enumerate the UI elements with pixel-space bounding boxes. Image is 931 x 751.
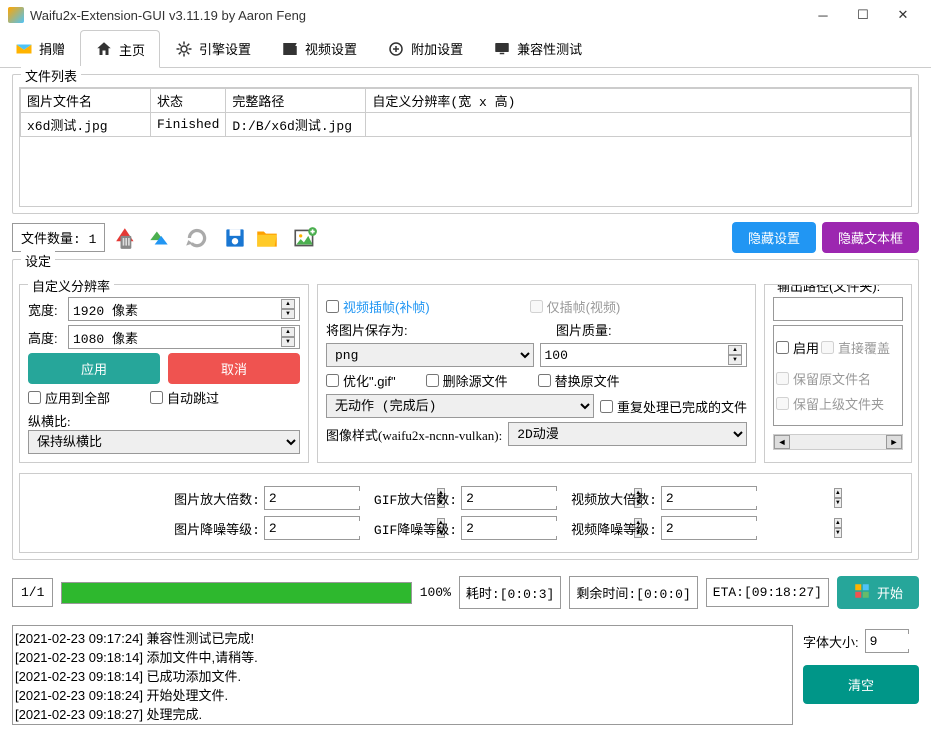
add-image-button[interactable] — [289, 224, 321, 252]
tab-addon[interactable]: 附加设置 — [372, 30, 478, 67]
col-name[interactable]: 图片文件名 — [21, 89, 151, 113]
overwrite-checkbox: 直接覆盖 — [821, 338, 890, 357]
img-scale-input[interactable]: ▲▼ — [264, 486, 360, 510]
progress-section: 1/1 100% 耗时:[0:0:3] 剩余时间:[0:0:0] ETA:[09… — [12, 576, 919, 609]
file-table[interactable]: 图片文件名 状态 完整路径 自定义分辨率(宽 x 高) x6d测试.jpg Fi… — [19, 87, 912, 207]
table-header-row: 图片文件名 状态 完整路径 自定义分辨率(宽 x 高) — [21, 89, 911, 113]
keep-name-checkbox: 保留原文件名 — [776, 369, 900, 388]
tab-engine[interactable]: 引擎设置 — [160, 30, 266, 67]
file-count: 文件数量: 1 — [12, 223, 105, 252]
tab-home[interactable]: 主页 — [80, 30, 160, 68]
save-button[interactable] — [219, 224, 251, 252]
auto-skip-checkbox[interactable]: 自动跳过 — [150, 388, 219, 407]
cancel-button[interactable]: 取消 — [168, 353, 300, 384]
tab-compat[interactable]: 兼容性测试 — [478, 30, 597, 67]
remain-time: 剩余时间:[0:0:0] — [569, 576, 697, 609]
replace-src-checkbox[interactable]: 替换原文件 — [538, 371, 620, 390]
keep-parent-checkbox: 保留上级文件夹 — [776, 394, 900, 413]
table-row[interactable]: x6d测试.jpg Finished D:/B/x6d测试.jpg — [21, 113, 911, 137]
toolbar: 文件数量: 1 隐藏设置 隐藏文本框 — [12, 222, 919, 253]
delete-button[interactable] — [111, 224, 143, 252]
apply-button[interactable]: 应用 — [28, 353, 160, 384]
log-textbox[interactable]: [2021-02-23 09:17:24] 兼容性测试已完成! [2021-02… — [12, 625, 793, 725]
width-input[interactable]: ▲▼ — [68, 297, 300, 321]
hide-textbox-button[interactable]: 隐藏文本框 — [822, 222, 919, 253]
start-button[interactable]: 开始 — [837, 576, 919, 609]
tab-video[interactable]: 视频设置 — [266, 30, 372, 67]
aspect-select[interactable]: 保持纵横比 — [28, 430, 300, 454]
log-line: [2021-02-23 09:18:14] 添加文件中,请稍等. — [15, 647, 790, 666]
home-icon — [95, 40, 113, 58]
reprocess-checkbox[interactable]: 重复处理已完成的文件 — [600, 397, 747, 416]
log-line: [2021-02-23 09:17:24] 兼容性测试已完成! — [15, 628, 790, 647]
gear-plus-icon — [387, 40, 405, 58]
col-status[interactable]: 状态 — [151, 89, 226, 113]
clear-log-button[interactable]: 清空 — [803, 665, 919, 704]
eta: ETA:[09:18:27] — [706, 578, 829, 607]
puzzle-icon — [853, 582, 871, 603]
log-line: [2021-02-23 09:18:14] 已成功添加文件. — [15, 666, 790, 685]
clear-list-button[interactable] — [143, 224, 175, 252]
col-res[interactable]: 自定义分辨率(宽 x 高) — [366, 89, 911, 113]
apply-all-checkbox[interactable]: 应用到全部 — [28, 388, 110, 407]
save-format-select[interactable]: png — [326, 343, 534, 367]
clapperboard-icon — [281, 40, 299, 58]
minimize-button[interactable]: ─ — [803, 1, 843, 29]
window-title: Waifu2x-Extension-GUI v3.11.19 by Aaron … — [30, 8, 803, 23]
quality-input[interactable]: ▲▼ — [540, 343, 748, 367]
close-button[interactable]: ✕ — [883, 1, 923, 29]
custom-res-panel: 自定义分辨率 宽度: ▲▼ 高度: ▲▼ 应用 取消 应用到全部 自动跳过 纵横 — [19, 284, 309, 463]
gif-scale-input[interactable]: ▲▼ — [461, 486, 557, 510]
log-line: [2021-02-23 09:18:27] 处理完成. — [15, 704, 790, 723]
vid-scale-input[interactable]: ▲▼ — [661, 486, 757, 510]
envelope-icon — [15, 40, 33, 58]
img-style-select[interactable]: 2D动漫 — [508, 422, 747, 446]
img-denoise-input[interactable]: ▲▼ — [264, 516, 360, 540]
tab-bar: 捐赠 主页 引擎设置 视频设置 附加设置 兼容性测试 — [0, 30, 931, 68]
horizontal-scrollbar[interactable]: ◄► — [773, 434, 903, 450]
file-list-legend: 文件列表 — [21, 66, 81, 85]
opt-gif-checkbox[interactable]: 优化".gif" — [326, 371, 396, 390]
del-src-checkbox[interactable]: 删除源文件 — [426, 371, 508, 390]
hide-settings-button[interactable]: 隐藏设置 — [732, 222, 816, 253]
vid-denoise-input[interactable]: ▲▼ — [661, 516, 757, 540]
height-input[interactable]: ▲▼ — [68, 325, 300, 349]
progress-count: 1/1 — [12, 578, 53, 607]
output-path-panel: 输出路径(文件夹): 启用 直接覆盖 保留原文件名 保留上级文件夹 ◄► — [764, 284, 912, 463]
tab-donate[interactable]: 捐赠 — [0, 30, 80, 67]
open-folder-button[interactable] — [251, 224, 283, 252]
image-options-panel: 视频插帧(补帧) 仅插帧(视频) 将图片保存为: 图片质量: png ▲▼ 优化… — [317, 284, 756, 463]
file-list-panel: 文件列表 图片文件名 状态 完整路径 自定义分辨率(宽 x 高) x6d测试.j… — [12, 74, 919, 214]
log-line: [2021-02-23 09:18:24] 开始处理文件. — [15, 685, 790, 704]
font-size-input[interactable]: ▲▼ — [865, 629, 909, 653]
output-path-input[interactable] — [773, 297, 903, 321]
video-interp-checkbox[interactable]: 视频插帧(补帧) — [326, 297, 430, 316]
settings-panel: 设定 自定义分辨率 宽度: ▲▼ 高度: ▲▼ 应用 取消 应用到全部 — [12, 259, 919, 560]
after-action-select[interactable]: 无动作 (完成后) — [326, 394, 594, 418]
gear-icon — [175, 40, 193, 58]
maximize-button[interactable]: ☐ — [843, 1, 883, 29]
monitor-icon — [493, 40, 511, 58]
enable-output-checkbox[interactable]: 启用 — [776, 338, 819, 357]
refresh-button[interactable] — [181, 224, 213, 252]
only-interp-checkbox: 仅插帧(视频) — [530, 297, 621, 316]
elapsed-time: 耗时:[0:0:3] — [459, 576, 561, 609]
progress-percent: 100% — [420, 585, 451, 600]
progress-bar — [61, 582, 411, 604]
app-icon — [8, 7, 24, 23]
col-path[interactable]: 完整路径 — [226, 89, 366, 113]
gif-denoise-input[interactable]: ▲▼ — [461, 516, 557, 540]
titlebar: Waifu2x-Extension-GUI v3.11.19 by Aaron … — [0, 0, 931, 30]
